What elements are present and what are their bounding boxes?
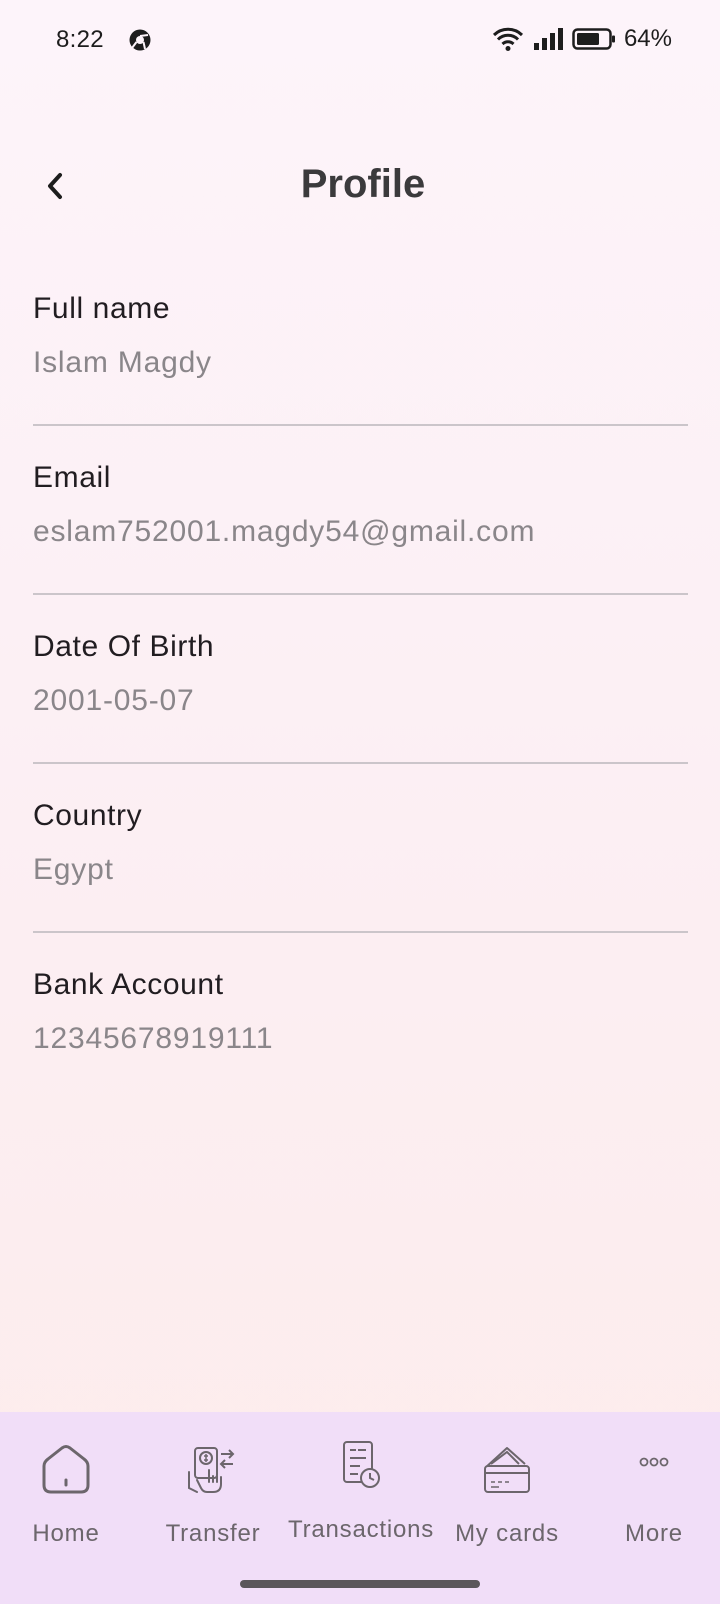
field-value: Islam Magdy — [33, 346, 212, 379]
bottom-navigation: Home Transfer Transactions My cards More — [0, 1412, 720, 1604]
date-of-birth-field: Date Of Birth 2001-05-07 — [33, 610, 688, 779]
home-icon — [42, 1445, 90, 1494]
nav-label: Home — [32, 1520, 100, 1547]
field-label: Country — [33, 799, 143, 832]
field-label: Date Of Birth — [33, 630, 215, 663]
divider — [33, 931, 688, 933]
divider — [33, 593, 688, 595]
field-label: Email — [33, 461, 112, 494]
home-indicator[interactable] — [240, 1580, 480, 1588]
transfer-icon — [188, 1447, 235, 1493]
nav-item-home[interactable]: Home — [0, 1442, 138, 1562]
nav-label: Transactions — [288, 1516, 435, 1543]
status-time: 8:22 — [56, 26, 104, 53]
status-indicators: 64% — [492, 24, 672, 54]
field-value: Egypt — [33, 853, 114, 886]
nav-label: Transfer — [165, 1520, 261, 1547]
country-field: Country Egypt — [33, 779, 688, 948]
field-value: 2001-05-07 — [33, 684, 195, 717]
more-icon — [639, 1457, 669, 1467]
status-bar: 8:22 64% — [0, 0, 720, 82]
bank-account-field: Bank Account 12345678919111 — [33, 948, 688, 1117]
battery-icon — [572, 28, 615, 50]
divider — [33, 762, 688, 764]
email-field: Email eslam752001.magdy54@gmail.com — [33, 441, 688, 610]
divider — [33, 424, 688, 426]
header: Profile — [0, 150, 720, 220]
nav-item-my-cards[interactable]: My cards — [435, 1442, 579, 1562]
cards-icon — [484, 1447, 530, 1493]
profile-fields: Full name Islam Magdy Email eslam752001.… — [33, 272, 688, 1117]
field-label: Full name — [33, 292, 171, 325]
wifi-icon — [492, 27, 524, 51]
battery-percentage: 64% — [623, 25, 672, 52]
nav-item-transfer[interactable]: Transfer — [141, 1442, 285, 1562]
field-value: eslam752001.magdy54@gmail.com — [33, 515, 536, 548]
nav-label: My cards — [455, 1520, 559, 1547]
nav-item-more[interactable]: More — [582, 1442, 720, 1562]
nav-item-transactions[interactable]: Transactions — [288, 1441, 435, 1562]
field-value: 12345678919111 — [33, 1022, 274, 1055]
full-name-field: Full name Islam Magdy — [33, 272, 688, 441]
app-notification-icon — [129, 29, 151, 51]
field-label: Bank Account — [33, 968, 224, 1001]
signal-icon — [533, 28, 563, 50]
nav-label: More — [625, 1520, 683, 1547]
transactions-icon — [343, 1441, 380, 1488]
page-title: Profile — [300, 162, 426, 206]
